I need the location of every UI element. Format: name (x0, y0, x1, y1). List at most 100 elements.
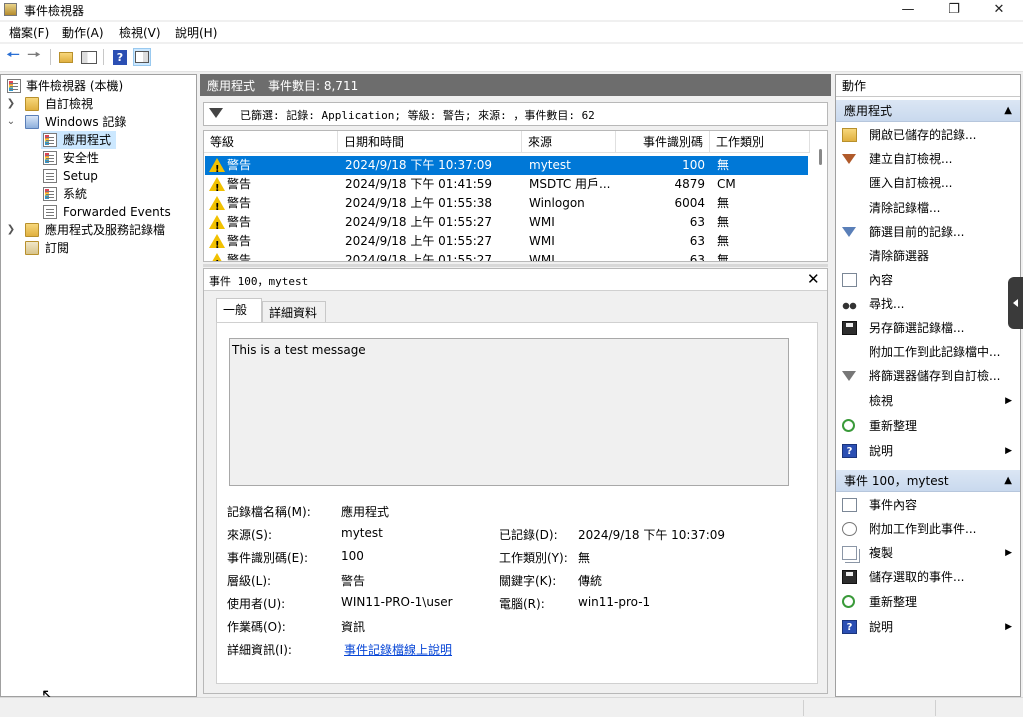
pane-splitter[interactable] (203, 264, 828, 267)
action-label: 重新整理 (869, 595, 918, 609)
action-find[interactable]: 尋找... (836, 292, 1020, 316)
action-save-filtered-log[interactable]: 另存篩選記錄檔... (836, 316, 1020, 340)
action-event-properties[interactable]: 事件內容 (836, 493, 1020, 517)
collapse-up-icon[interactable]: ▲ (1004, 100, 1012, 122)
table-row[interactable]: 警告 2024/9/18 下午 10:37:09 mytest 100 無 (205, 156, 808, 179)
action-refresh[interactable]: 重新整理 (836, 414, 1020, 438)
tree-node-app-service-logs[interactable]: ❯ 應用程式及服務記錄檔 (5, 221, 195, 239)
more-info-link[interactable]: 事件記錄檔線上說明 (344, 641, 452, 658)
forward-arrow-icon[interactable]: 🠖 (25, 45, 43, 66)
action-import-custom-view[interactable]: 匯入自訂檢視... (836, 171, 1020, 195)
action-event-refresh[interactable]: 重新整理 (836, 590, 1020, 614)
row-datetime: 2024/9/18 上午 01:55:38 (345, 196, 493, 210)
event-message-box[interactable]: This is a test message (229, 338, 789, 486)
tree-node-application[interactable]: 應用程式 (41, 131, 116, 149)
maximize-button[interactable]: ❐ (931, 0, 977, 20)
row-datetime: 2024/9/18 上午 01:55:27 (345, 215, 493, 229)
tree-node-forwarded-events[interactable]: Forwarded Events (41, 203, 191, 221)
column-header-level[interactable]: 等級 (204, 131, 338, 153)
collapse-up-icon[interactable]: ▲ (1004, 470, 1012, 492)
tree-node-label: 自訂檢視 (45, 97, 94, 111)
table-row[interactable]: 警告 2024/9/18 上午 01:55:27 WMI 63 無 (205, 232, 808, 255)
menu-action[interactable]: 動作(A) (62, 24, 104, 41)
warning-icon (209, 234, 225, 255)
tree-node-subscriptions[interactable]: 訂閱 (5, 239, 195, 257)
action-label: 內容 (869, 273, 894, 287)
tree-node-root[interactable]: 事件檢視器 (本機) (5, 77, 195, 95)
action-attach-task-to-log[interactable]: 附加工作到此記錄檔中... (836, 340, 1020, 364)
submenu-arrow-icon: ▶ (1005, 396, 1012, 406)
table-row[interactable]: 警告 2024/9/18 上午 01:55:27 WMI 63 無 (205, 251, 808, 262)
action-save-selected-events[interactable]: 儲存選取的事件... (836, 565, 1020, 589)
chevron-right-icon[interactable]: ❯ (5, 221, 17, 239)
folder-up-icon[interactable] (57, 48, 75, 66)
event-list-scrollbar[interactable] (812, 131, 827, 261)
log-header: 應用程式 事件數目: 8,711 (200, 74, 831, 96)
chevron-down-icon[interactable]: ⌄ (5, 113, 17, 131)
actions-section-application[interactable]: 應用程式 ▲ (836, 100, 1020, 122)
action-label: 清除記錄檔... (869, 201, 941, 215)
tab-general[interactable]: 一般 (216, 298, 262, 323)
table-row[interactable]: 警告 2024/9/18 上午 01:55:38 Winlogon 6004 無 (205, 194, 808, 217)
close-button[interactable]: ✕ (976, 0, 1022, 20)
scrollbar-thumb[interactable] (819, 149, 822, 165)
row-category: 無 (717, 253, 730, 262)
action-label: 檢視 (869, 394, 894, 408)
column-header-datetime[interactable]: 日期和時間 (338, 131, 522, 153)
show-hide-tree-icon[interactable] (80, 48, 98, 66)
action-create-custom-view[interactable]: 建立自訂檢視... (836, 147, 1020, 171)
row-datetime: 2024/9/18 下午 01:41:59 (345, 177, 493, 191)
action-clear-log[interactable]: 清除記錄檔... (836, 196, 1020, 220)
show-hide-action-pane-icon[interactable] (133, 48, 151, 66)
tree-node-windows-logs[interactable]: ⌄ Windows 記錄 (5, 113, 195, 131)
tab-details[interactable]: 詳細資料 (262, 301, 326, 323)
help-icon[interactable]: ? (111, 48, 129, 66)
source-label: 來源(S): (227, 528, 273, 542)
close-detail-icon[interactable]: ✕ (807, 270, 820, 288)
tree-node-label: Forwarded Events (63, 205, 171, 219)
action-filter-current-log[interactable]: 篩選目前的記錄... (836, 220, 1020, 244)
action-help[interactable]: ? 說明 ▶ (836, 439, 1020, 463)
action-clear-filter[interactable]: 清除篩選器 (836, 244, 1020, 268)
column-header-source[interactable]: 來源 (522, 131, 616, 153)
action-properties[interactable]: 內容 (836, 268, 1020, 292)
status-bar (0, 697, 1023, 717)
filter-bar: 已篩選: 記錄: Application; 等級: 警告; 來源: ，事件數目:… (203, 102, 828, 126)
action-open-saved-log[interactable]: 開啟已儲存的記錄... (836, 123, 1020, 147)
back-arrow-icon[interactable]: 🠔 (4, 45, 22, 66)
column-header-event-id[interactable]: 事件識別碼 (616, 131, 710, 153)
warning-icon (209, 215, 225, 236)
source-value: mytest (341, 526, 383, 540)
tree-node-custom-views[interactable]: ❯ 自訂檢視 (5, 95, 195, 113)
submenu-arrow-icon: ▶ (1005, 548, 1012, 558)
log-event-count: 事件數目: 8,711 (268, 79, 359, 93)
action-attach-task-to-event[interactable]: 附加工作到此事件... (836, 517, 1020, 541)
menu-file[interactable]: 檔案(F) (9, 24, 49, 41)
copy-icon (842, 546, 857, 560)
tree-node-label: 應用程式 (63, 133, 112, 147)
expand-side-panel-handle[interactable] (1008, 277, 1023, 329)
warning-icon (209, 196, 225, 217)
action-event-help[interactable]: ? 說明 ▶ (836, 615, 1020, 639)
tree-node-security[interactable]: 安全性 (41, 149, 191, 167)
column-header-task-category[interactable]: 工作類別 (710, 131, 810, 153)
tree-node-label: 安全性 (63, 151, 100, 165)
menu-view[interactable]: 檢視(V) (119, 24, 161, 41)
minimize-button[interactable]: — (885, 0, 931, 20)
actions-section-event[interactable]: 事件 100，mytest ▲ (836, 470, 1020, 492)
folder-icon (25, 97, 39, 111)
tree-node-system[interactable]: 系統 (41, 185, 191, 203)
action-copy[interactable]: 複製 ▶ (836, 541, 1020, 565)
tree-node-setup[interactable]: Setup (41, 167, 191, 185)
menu-help[interactable]: 說明(H) (175, 24, 217, 41)
event-log-icon (43, 169, 57, 183)
action-save-filter-to-custom-view[interactable]: 將篩選器儲存到自訂檢... (836, 364, 1020, 388)
table-row[interactable]: 警告 2024/9/18 下午 01:41:59 MSDTC 用戶... 487… (205, 175, 808, 198)
toolbar-divider (103, 49, 104, 65)
action-view[interactable]: 檢視 ▶ (836, 389, 1020, 413)
event-viewer-app-icon (4, 3, 17, 16)
chevron-right-icon[interactable]: ❯ (5, 95, 17, 113)
table-row[interactable]: 警告 2024/9/18 上午 01:55:27 WMI 63 無 (205, 213, 808, 236)
section-title: 事件 100，mytest (844, 474, 949, 488)
action-label: 重新整理 (869, 419, 918, 433)
